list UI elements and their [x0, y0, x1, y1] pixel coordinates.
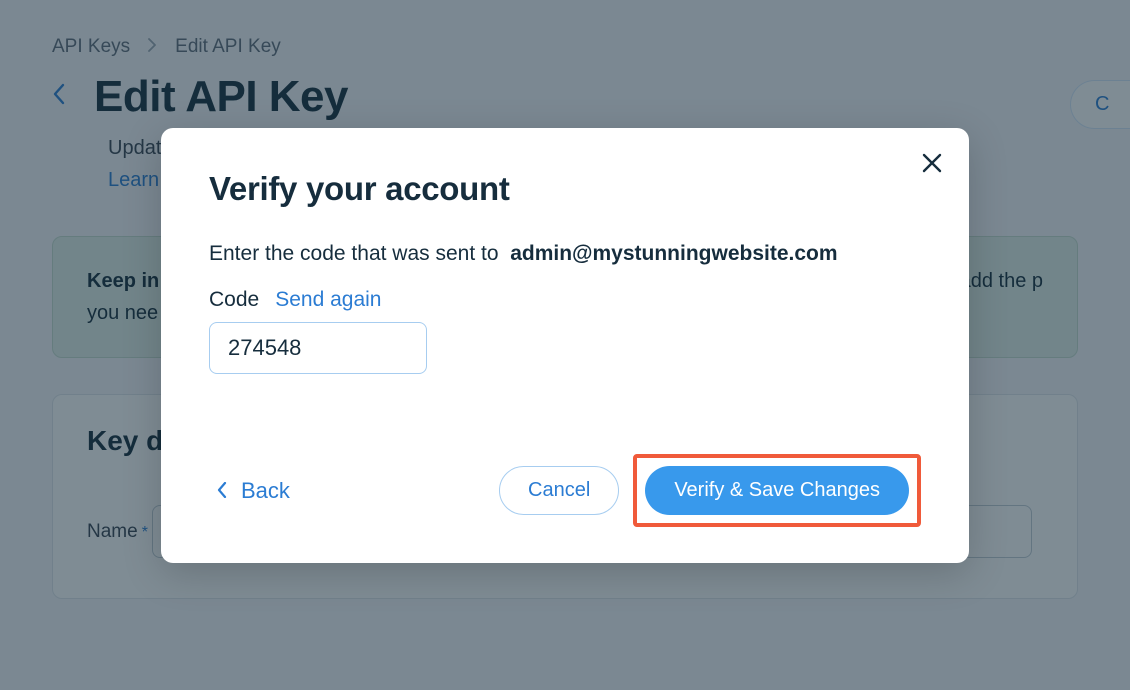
verify-modal: Verify your account Enter the code that … — [161, 128, 969, 563]
close-icon[interactable] — [917, 148, 947, 181]
sent-email: admin@mystunningwebsite.com — [510, 242, 837, 265]
back-label: Back — [241, 478, 290, 504]
sent-prefix: Enter the code that was sent to — [209, 242, 499, 265]
verify-save-button[interactable]: Verify & Save Changes — [645, 466, 909, 515]
send-again-link[interactable]: Send again — [275, 288, 381, 312]
highlight-box: Verify & Save Changes — [633, 454, 921, 527]
modal-actions: Back Cancel Verify & Save Changes — [209, 454, 921, 527]
chevron-left-icon — [217, 478, 227, 504]
modal-sent-text: Enter the code that was sent to admin@my… — [209, 242, 921, 266]
back-button[interactable]: Back — [209, 478, 290, 504]
cancel-button[interactable]: Cancel — [499, 466, 619, 515]
modal-overlay: Verify your account Enter the code that … — [0, 0, 1130, 690]
modal-title: Verify your account — [209, 170, 921, 208]
code-label-row: Code Send again — [209, 288, 921, 312]
code-label: Code — [209, 288, 259, 312]
code-input[interactable] — [209, 322, 427, 374]
